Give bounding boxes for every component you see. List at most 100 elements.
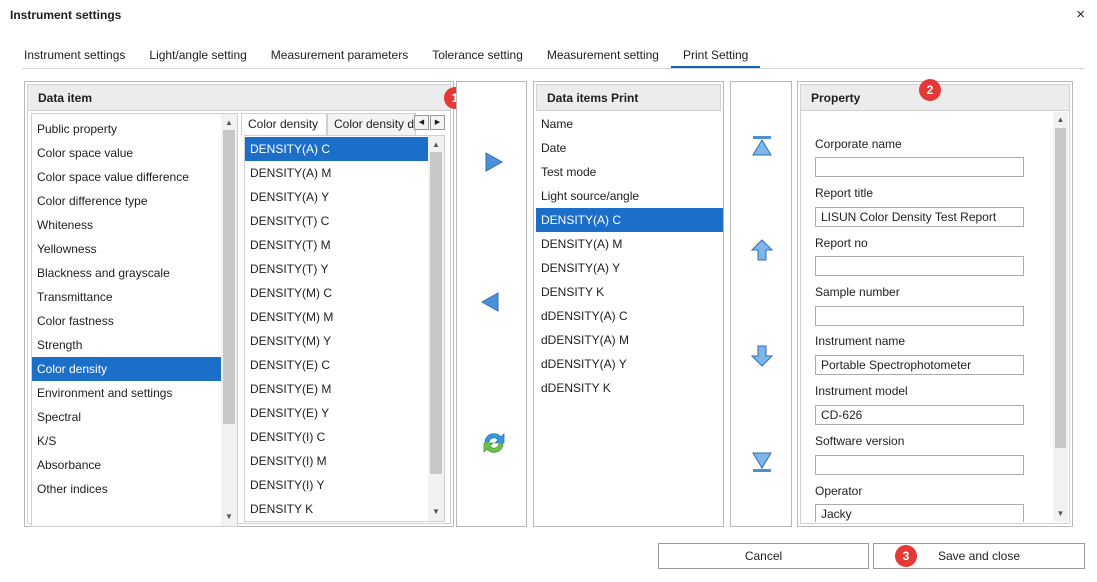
scrollbar-thumb[interactable] [1055,128,1066,448]
tab-measurement-setting[interactable]: Measurement setting [535,42,671,68]
density-list-item[interactable]: DENSITY(M) C [245,281,428,305]
density-list-item[interactable]: DENSITY(E) Y [245,401,428,425]
window-title: Instrument settings [10,8,122,22]
corporate-name-input[interactable] [815,157,1024,177]
refresh-icon[interactable] [479,428,509,458]
print-item-list[interactable]: Name Date Test mode Light source/angle DENSI… [536,111,723,525]
cancel-button[interactable]: Cancel [658,543,869,569]
category-scrollbar[interactable]: ▲ ▼ [221,114,237,526]
density-list-item[interactable]: DENSITY(M) Y [245,329,428,353]
density-list-item[interactable]: DENSITY(T) C [245,209,428,233]
move-up-icon[interactable] [750,238,774,262]
close-icon[interactable]: × [1076,6,1085,23]
density-list-item[interactable]: DENSITY(I) M [245,449,428,473]
category-list-item[interactable]: Color density [32,357,221,381]
instrument-name-label: Instrument name [815,334,906,348]
category-list-item[interactable]: Blackness and grayscale [32,261,221,285]
density-list-item[interactable]: DENSITY(E) C [245,353,428,377]
category-list-item[interactable]: Strength [32,333,221,357]
category-list-item[interactable]: Public property [32,117,221,141]
density-list-item[interactable]: DENSITY(M) M [245,305,428,329]
report-no-label: Report no [815,236,868,250]
category-list-item[interactable]: Color difference type [32,189,221,213]
tab-instrument-settings[interactable]: Instrument settings [12,42,137,68]
print-list-item[interactable]: Light source/angle [536,184,723,208]
density-scrollbar[interactable]: ▲ ▼ [428,136,444,521]
subtab-prev-icon[interactable]: ◀ [414,115,429,130]
tab-light-angle-setting[interactable]: Light/angle setting [137,42,258,68]
remove-arrow-icon[interactable] [479,290,503,314]
property-fields: Corporate name Report title LISUN Color … [803,112,1068,522]
category-list-item[interactable]: Color fastness [32,309,221,333]
tab-measurement-parameters[interactable]: Measurement parameters [259,42,420,68]
reorder-column [730,81,792,527]
instrument-name-input[interactable]: Portable Spectrophotometer [815,355,1024,375]
print-list-item[interactable]: DENSITY(A) C [536,208,723,232]
print-list-item[interactable]: Name [536,112,723,136]
density-list-item[interactable]: DENSITY(A) M [245,161,428,185]
report-title-input[interactable]: LISUN Color Density Test Report [815,207,1024,227]
subtab-color-density[interactable]: Color density [241,113,327,135]
print-list-item[interactable]: dDENSITY K [536,376,723,400]
category-list-item[interactable]: Environment and settings [32,381,221,405]
category-list-item[interactable]: Whiteness [32,213,221,237]
sample-number-input[interactable] [815,306,1024,326]
print-list-item[interactable]: DENSITY(A) M [536,232,723,256]
category-list-item[interactable]: Spectral [32,405,221,429]
category-items: Public property Color space value Color sp… [32,114,221,501]
move-bottom-icon[interactable] [750,450,774,474]
scroll-up-icon[interactable]: ▲ [221,116,237,130]
print-items: Name Date Test mode Light source/angle DENSI… [536,111,723,400]
scroll-up-icon[interactable]: ▲ [1053,113,1068,127]
tabs-divider [22,68,1085,69]
software-version-label: Software version [815,434,905,448]
add-arrow-icon[interactable] [481,150,505,174]
category-list-item[interactable]: Transmittance [32,285,221,309]
scrollbar-thumb[interactable] [430,152,442,474]
category-list-item[interactable]: Yellowness [32,237,221,261]
print-list-item[interactable]: DENSITY(A) Y [536,256,723,280]
print-list-item[interactable]: dDENSITY(A) C [536,304,723,328]
instrument-model-input[interactable]: CD-626 [815,405,1024,425]
density-list-item[interactable]: DENSITY K [245,497,428,521]
scroll-down-icon[interactable]: ▼ [221,510,237,524]
property-scrollbar[interactable]: ▲ ▼ [1053,112,1068,522]
report-no-input[interactable] [815,256,1024,276]
category-list-item[interactable]: K/S [32,429,221,453]
move-down-icon[interactable] [750,344,774,368]
density-list-item[interactable]: DENSITY(A) C [245,137,428,161]
tab-print-setting[interactable]: Print Setting [670,42,761,68]
print-list-item[interactable]: DENSITY K [536,280,723,304]
category-list-item[interactable]: Color space value [32,141,221,165]
print-list-item[interactable]: Date [536,136,723,160]
density-list-item[interactable]: DENSITY(T) M [245,233,428,257]
density-item-list[interactable]: DENSITY(A) C DENSITY(A) M DENSITY(A) Y DENS… [244,135,445,522]
corporate-name-label: Corporate name [815,137,902,151]
density-list-item[interactable]: DENSITY(I) C [245,425,428,449]
print-items-header: Data items Print [537,85,720,111]
scrollbar-thumb[interactable] [223,130,235,424]
tab-tolerance-setting[interactable]: Tolerance setting [420,42,535,68]
category-list-item[interactable]: Absorbance [32,453,221,477]
print-list-item[interactable]: Test mode [536,160,723,184]
subtab-color-density-d[interactable]: Color density d [327,113,416,135]
move-top-icon[interactable] [750,134,774,158]
density-list-item[interactable]: DENSITY(I) Y [245,473,428,497]
scroll-up-icon[interactable]: ▲ [428,138,444,152]
property-panel: Property Corporate name Report title LIS… [797,81,1073,527]
scroll-down-icon[interactable]: ▼ [428,505,444,519]
category-list-item[interactable]: Color space value difference [32,165,221,189]
software-version-input[interactable] [815,455,1024,475]
report-title-label: Report title [815,186,874,200]
scroll-down-icon[interactable]: ▼ [1053,507,1068,521]
category-list-item[interactable]: Other indices [32,477,221,501]
main-tabs: Instrument settings Light/angle setting … [12,42,761,68]
print-list-item[interactable]: dDENSITY(A) Y [536,352,723,376]
subtab-next-icon[interactable]: ▶ [430,115,445,130]
density-list-item[interactable]: DENSITY(A) Y [245,185,428,209]
density-list-item[interactable]: DENSITY(E) M [245,377,428,401]
category-list[interactable]: Public property Color space value Color sp… [31,113,238,527]
density-list-item[interactable]: DENSITY(T) Y [245,257,428,281]
operator-input[interactable]: Jacky [815,504,1024,522]
print-list-item[interactable]: dDENSITY(A) M [536,328,723,352]
